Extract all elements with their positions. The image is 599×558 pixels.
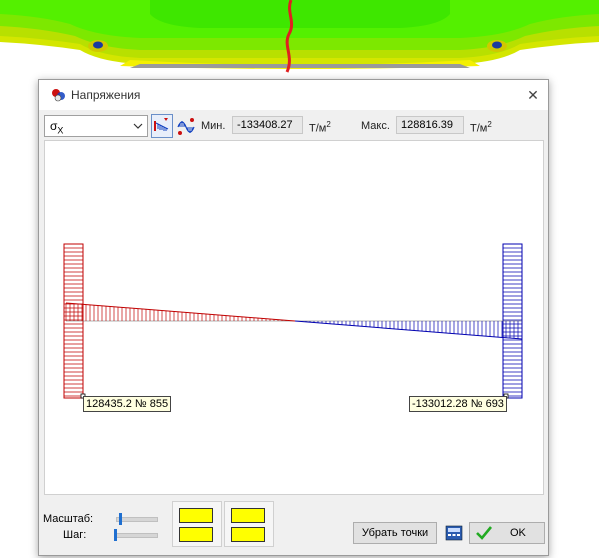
remove-points-button[interactable]: Убрать точки xyxy=(353,522,437,544)
ok-label: OK xyxy=(510,527,526,539)
close-button[interactable]: ✕ xyxy=(522,84,544,106)
min-label: Мин. xyxy=(201,120,226,132)
calculator-button[interactable] xyxy=(443,522,465,544)
positive-envelope xyxy=(65,302,296,322)
stress-wave-icon xyxy=(177,118,195,135)
positive-color-group xyxy=(172,501,222,547)
diagram-mode-hatch-button[interactable] xyxy=(151,114,173,138)
stress-app-icon xyxy=(52,89,65,102)
diagram-mode-wave-button[interactable] xyxy=(175,114,197,138)
min-unit-label: Т/м2 xyxy=(309,120,331,135)
beam-stress-diagram xyxy=(65,302,523,399)
stress-diagram-canvas[interactable]: 128435.2 № 855 -133012.28 № 693 xyxy=(44,140,544,495)
calculator-icon xyxy=(445,525,463,541)
stress-dialog: Напряжения ✕ σX Мин. -133408.27 Т/м2 Мак… xyxy=(38,79,549,556)
left-point-tag[interactable]: 128435.2 № 855 xyxy=(83,396,172,412)
max-label: Макс. xyxy=(361,120,390,132)
stress-component-select[interactable]: σX xyxy=(44,115,148,137)
max-value-field: 128816.39 xyxy=(396,116,464,134)
color-swatch-3[interactable] xyxy=(231,508,265,523)
contour-plot-strip xyxy=(0,0,599,75)
step-slider[interactable] xyxy=(114,529,158,541)
color-swatch-2[interactable] xyxy=(179,527,213,542)
title-bar[interactable]: Напряжения ✕ xyxy=(39,80,548,110)
bottom-panel: Масштаб: Шаг: Убрать точки OK xyxy=(39,498,548,556)
stress-component-value: σX xyxy=(50,119,64,136)
negative-color-group xyxy=(224,501,274,547)
step-label: Шаг: xyxy=(63,529,87,541)
scale-slider-thumb[interactable] xyxy=(119,513,122,525)
color-swatch-1[interactable] xyxy=(179,508,213,523)
scale-label: Масштаб: xyxy=(43,513,94,525)
toolbar: σX Мин. -133408.27 Т/м2 Макс. 128816.39 … xyxy=(39,110,548,142)
color-swatch-4[interactable] xyxy=(231,527,265,542)
step-slider-thumb[interactable] xyxy=(114,529,117,541)
scale-slider[interactable] xyxy=(116,513,158,525)
chevron-down-icon xyxy=(133,123,143,129)
max-unit-label: Т/м2 xyxy=(470,120,492,135)
stress-diagram xyxy=(63,243,523,399)
close-icon: ✕ xyxy=(527,87,539,103)
min-value-field: -133408.27 xyxy=(232,116,303,134)
stress-diagram-icon xyxy=(154,118,169,131)
checkmark-icon xyxy=(476,526,492,540)
ok-button[interactable]: OK xyxy=(469,522,545,544)
negative-envelope xyxy=(294,320,523,340)
window-title: Напряжения xyxy=(71,88,141,102)
right-point-tag[interactable]: -133012.28 № 693 xyxy=(409,396,507,412)
